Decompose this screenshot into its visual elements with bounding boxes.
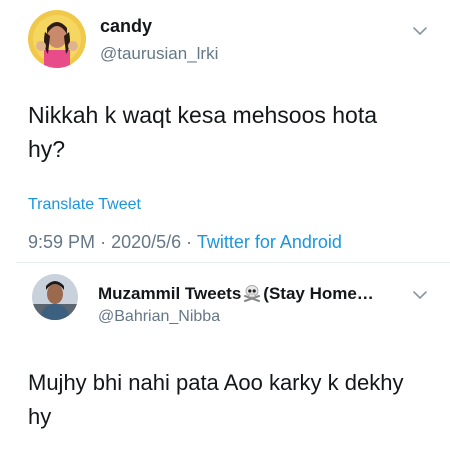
translate-tweet-link[interactable]: Translate Tweet: [28, 196, 141, 214]
tweet-text: Nikkah k waqt kesa mehsoos hota hy?: [28, 102, 378, 162]
meta-separator: ·: [186, 232, 193, 252]
reply-name-text: Muzammil Tweets: [98, 284, 242, 303]
chevron-down-icon[interactable]: [412, 290, 428, 300]
display-name[interactable]: candy: [100, 16, 152, 37]
candy-avatar[interactable]: [28, 10, 86, 68]
avatar-image: [28, 10, 86, 68]
skull-and-crossbones-icon: [244, 285, 261, 302]
tweet-time[interactable]: 9:59 PM: [28, 232, 95, 252]
muzammil-avatar[interactable]: [32, 274, 78, 320]
divider: [16, 262, 450, 263]
reply-name-text-suffix: (Stay Home…: [263, 284, 374, 303]
tweet-date[interactable]: 2020/5/6: [111, 232, 181, 252]
meta-separator: ·: [100, 232, 107, 252]
reply-user-handle[interactable]: @Bahrian_Nibba: [98, 308, 220, 326]
reply-display-name[interactable]: Muzammil Tweets (Stay Home…: [98, 284, 374, 304]
tweet-meta: 9:59 PM · 2020/5/6 · Twitter for Android: [28, 232, 342, 253]
avatar-image: [32, 274, 78, 320]
tweet-source[interactable]: Twitter for Android: [197, 232, 342, 252]
user-handle[interactable]: @taurusian_lrki: [100, 44, 218, 64]
chevron-down-icon[interactable]: [412, 26, 428, 36]
tweet-thread: candy @taurusian_lrki Nikkah k waqt kesa…: [0, 0, 450, 450]
reply-tweet-text: Mujhy bhi nahi pata Aoo karky k dekhy hy: [28, 370, 404, 429]
